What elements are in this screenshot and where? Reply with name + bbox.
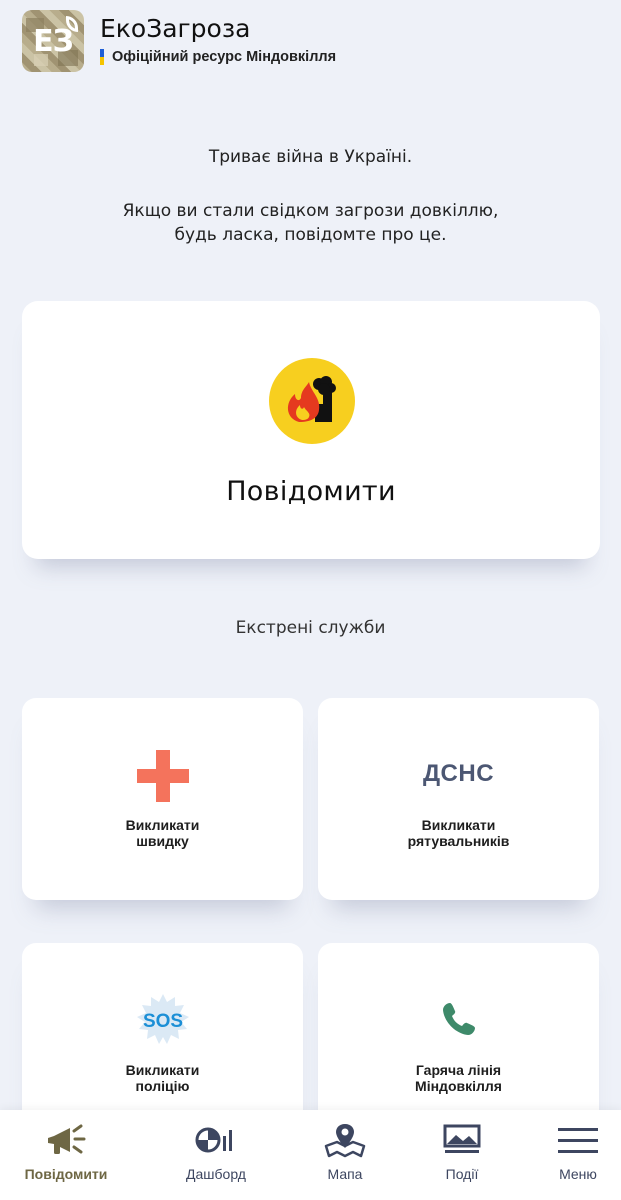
dashboard-icon [195,1127,232,1153]
app-title: ЕкоЗагроза [100,14,251,43]
app-header: ЕЗ ЕкоЗагроза Офіційний ресурс Міндовкіл… [0,0,621,88]
witness-prompt-line-2: будь ласка, повідомте про це. [174,225,447,245]
service-label-line-2: поліцію [135,1078,190,1094]
megaphone-icon [48,1124,86,1154]
service-label-line-2: Міндовкілля [415,1078,502,1094]
dsns-logo: ДСНС [422,760,495,787]
bottom-navigation: Повідомити Дашборд Мапа Події Меню [0,1110,621,1200]
nav-label: Події [445,1166,479,1182]
map-icon [324,1124,366,1158]
service-label: Гаряча лінія Міндовкілля [318,1062,599,1094]
service-label-line-1: Викликати [125,1062,200,1078]
report-label: Повідомити [226,476,396,507]
sos-text: SOS [143,1011,183,1032]
witness-prompt-line-1: Якщо ви стали свідком загрози довкіллю, [122,201,499,221]
service-label: Викликати рятувальників [318,817,599,849]
app-subtitle: Офіційний ресурс Міндовкілля [112,49,337,65]
nav-menu[interactable]: Меню [540,1110,616,1200]
service-label-line-2: швидку [136,833,189,849]
menu-icon [558,1128,598,1153]
nav-events[interactable]: Події [422,1110,502,1200]
emergency-services-title: Екстрені служби [235,618,386,638]
sos-burst-svg: SOS [137,994,189,1044]
war-notice: Триває війна в Україні. [208,147,413,167]
nav-map[interactable]: Мапа [305,1110,385,1200]
service-label-line-1: Викликати [421,817,496,833]
nav-dashboard[interactable]: Дашборд [166,1110,266,1200]
service-label-line-1: Викликати [125,817,200,833]
official-resource-row: Офіційний ресурс Міндовкілля [100,49,336,65]
nav-label: Дашборд [186,1166,246,1182]
ukraine-flag-icon [100,49,104,65]
nav-report[interactable]: Повідомити [10,1110,122,1200]
service-label-line-1: Гаряча лінія [415,1062,502,1078]
app-logo[interactable]: ЕЗ [22,10,84,72]
sos-icon: SOS [136,993,190,1047]
intro-message: Триває війна в Україні. Якщо ви стали св… [0,145,621,247]
phone-icon [443,1003,475,1035]
service-label: Викликати поліцію [22,1062,303,1094]
report-threat-button[interactable]: Повідомити [22,301,600,559]
service-label-line-2: рятувальників [407,833,510,849]
nav-label: Повідомити [24,1166,108,1182]
service-label: Викликати швидку [22,817,303,849]
fire-factory-svg [287,376,336,422]
medical-cross-icon [137,750,189,802]
fire-factory-icon [269,358,355,444]
call-ambulance-button[interactable]: Викликати швидку [22,698,303,900]
logo-text: ЕЗ [33,23,74,59]
call-rescuers-button[interactable]: ДСНС Викликати рятувальників [318,698,599,900]
events-icon [443,1124,481,1153]
nav-label: Меню [559,1166,597,1182]
nav-label: Мапа [327,1166,363,1182]
